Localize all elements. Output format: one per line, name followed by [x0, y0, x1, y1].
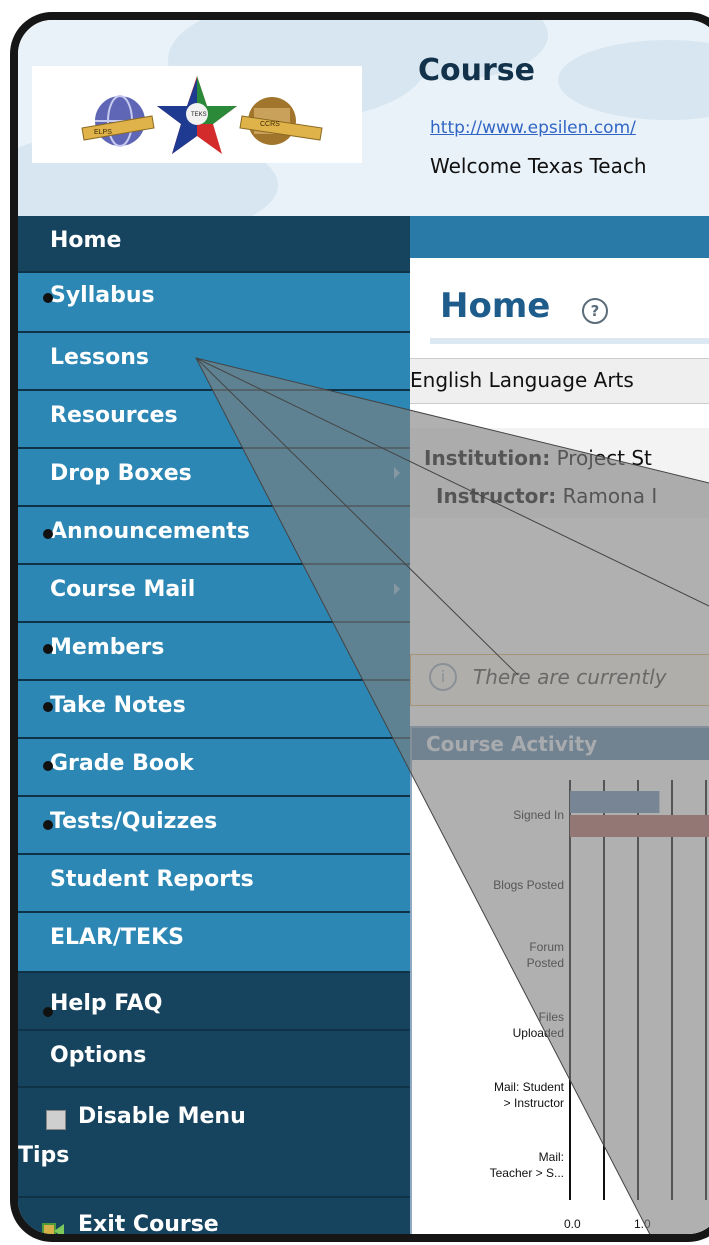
- help-icon[interactable]: ?: [582, 298, 608, 324]
- app-window: ELPS TEKS CCRS Course http://www.epsilen…: [10, 12, 709, 1242]
- callout-dot: [43, 820, 53, 830]
- sidebar-item-drop-boxes[interactable]: Drop Boxes: [18, 449, 410, 507]
- callout-dot: [43, 644, 53, 654]
- sidebar-item-home[interactable]: Home: [18, 216, 410, 273]
- top-nav-bar: [410, 216, 709, 258]
- category-label: Mail:: [539, 1150, 564, 1164]
- exit-course-label: Exit Course: [78, 1212, 219, 1237]
- category-label: Files: [539, 1010, 564, 1024]
- sidebar-item-label: Tests/Quizzes: [50, 809, 218, 834]
- course-info-panel: Institution: Project St Instructor: Ramo…: [410, 428, 709, 518]
- activity-chart: Signed In Blogs Posted Forum Posted Files Upl…: [490, 780, 709, 1242]
- instructor-value: Ramona I: [562, 484, 658, 508]
- disable-tips-label: Disable Menu: [78, 1104, 246, 1129]
- page-title: Course: [418, 53, 535, 88]
- sidebar-item-label: ELAR/TEKS: [50, 925, 184, 950]
- sidebar-item-resources[interactable]: Resources: [18, 391, 410, 449]
- logo-graphic: ELPS TEKS CCRS: [81, 76, 323, 154]
- sidebar-item-take-notes[interactable]: Take Notes: [18, 681, 410, 739]
- sidebar-item-label: Drop Boxes: [50, 461, 192, 486]
- sidebar-item-label: Options: [50, 1043, 147, 1068]
- notice-text: There are currently: [473, 665, 667, 689]
- sidebar-item-lessons[interactable]: Lessons: [18, 333, 410, 391]
- instructor-label: Instructor:: [436, 484, 557, 508]
- disable-tips-label: Tips: [18, 1143, 70, 1168]
- sidebar-item-announcements[interactable]: Announcements: [18, 507, 410, 565]
- sidebar-item-label: Student Reports: [50, 867, 254, 892]
- institution-row: Institution: Project St: [424, 446, 652, 470]
- sidebar-item-student-reports[interactable]: Student Reports: [18, 855, 410, 913]
- logo-label: TEKS: [191, 112, 207, 118]
- x-tick-label: 1.0: [634, 1217, 651, 1231]
- logo-label: CCRS: [260, 121, 280, 128]
- sidebar-item-label: Take Notes: [50, 693, 186, 718]
- callout-dot: [43, 1007, 53, 1017]
- callout-dot: [43, 529, 53, 539]
- category-label: Uploaded: [513, 1026, 564, 1040]
- sidebar-item-elar-teks[interactable]: ELAR/TEKS: [18, 913, 410, 973]
- category-label: Signed In: [513, 808, 564, 822]
- sidebar-item-label: Announcements: [50, 519, 250, 544]
- exit-door-icon: [40, 1220, 66, 1234]
- home-heading: Home: [440, 286, 551, 326]
- welcome-text: Welcome Texas Teach: [430, 154, 647, 178]
- logo-label: ELPS: [94, 129, 112, 136]
- callout-dot: [43, 293, 53, 303]
- institution-label: Institution:: [424, 446, 551, 470]
- checkbox-icon[interactable]: [46, 1110, 66, 1130]
- x-tick-label: 0.5: [598, 1241, 615, 1242]
- x-tick-label: 0.0: [564, 1217, 581, 1231]
- sidebar-item-label: Home: [50, 228, 122, 253]
- callout-dot: [43, 702, 53, 712]
- sidebar: Home Syllabus Lessons Resources Drop Box…: [18, 216, 410, 1237]
- institution-value: Project St: [556, 446, 652, 470]
- chevron-right-icon: [394, 467, 400, 479]
- sidebar-item-label: Help FAQ: [50, 991, 163, 1016]
- sidebar-item-members[interactable]: Members: [18, 623, 410, 681]
- category-label: Blogs Posted: [493, 878, 564, 892]
- disable-menu-tips-toggle[interactable]: Disable Menu Tips: [18, 1088, 410, 1183]
- exit-course-button[interactable]: Exit Course: [18, 1196, 410, 1237]
- data-bar: [570, 815, 709, 837]
- instructor-row: Instructor: Ramona I: [436, 484, 657, 508]
- sidebar-item-label: Resources: [50, 403, 178, 428]
- course-url-link[interactable]: http://www.epsilen.com/: [430, 118, 636, 138]
- course-activity-panel: Course Activity Signed In Blogs Posted For…: [410, 726, 709, 1242]
- data-bar: [570, 791, 660, 813]
- category-label: Forum: [529, 940, 564, 954]
- sidebar-item-label: Syllabus: [50, 283, 155, 308]
- main-content: Home ? English Language Arts Institution…: [410, 258, 709, 1242]
- header-cloud: [558, 40, 709, 120]
- sidebar-item-label: Course Mail: [50, 577, 196, 602]
- course-logo: ELPS TEKS CCRS: [32, 66, 362, 163]
- sidebar-item-tests-quizzes[interactable]: Tests/Quizzes: [18, 797, 410, 855]
- category-label: Teacher > S...: [490, 1166, 564, 1180]
- sidebar-item-grade-book[interactable]: Grade Book: [18, 739, 410, 797]
- sidebar-item-syllabus[interactable]: Syllabus: [18, 273, 410, 333]
- x-tick-label: 1.: [674, 1241, 684, 1242]
- category-label: > Instructor: [504, 1096, 564, 1110]
- chevron-right-icon: [394, 583, 400, 595]
- course-header: ELPS TEKS CCRS Course http://www.epsilen…: [18, 20, 709, 240]
- course-subject: English Language Arts: [410, 368, 634, 392]
- info-icon: i: [429, 663, 457, 691]
- category-label: Mail: Student: [494, 1080, 565, 1094]
- sidebar-item-options[interactable]: Options: [18, 1031, 410, 1088]
- divider: [430, 338, 709, 344]
- callout-dot: [43, 761, 53, 771]
- panel-header: Course Activity: [412, 728, 709, 760]
- sidebar-item-course-mail[interactable]: Course Mail: [18, 565, 410, 623]
- sidebar-item-label: Lessons: [50, 345, 149, 370]
- category-label: Posted: [527, 956, 564, 970]
- sidebar-item-label: Grade Book: [50, 751, 194, 776]
- panel-title: Course Activity: [426, 732, 598, 756]
- sidebar-item-label: Members: [50, 635, 165, 660]
- sidebar-item-help-faq[interactable]: Help FAQ: [18, 973, 410, 1031]
- notice-banner: i There are currently: [410, 654, 709, 706]
